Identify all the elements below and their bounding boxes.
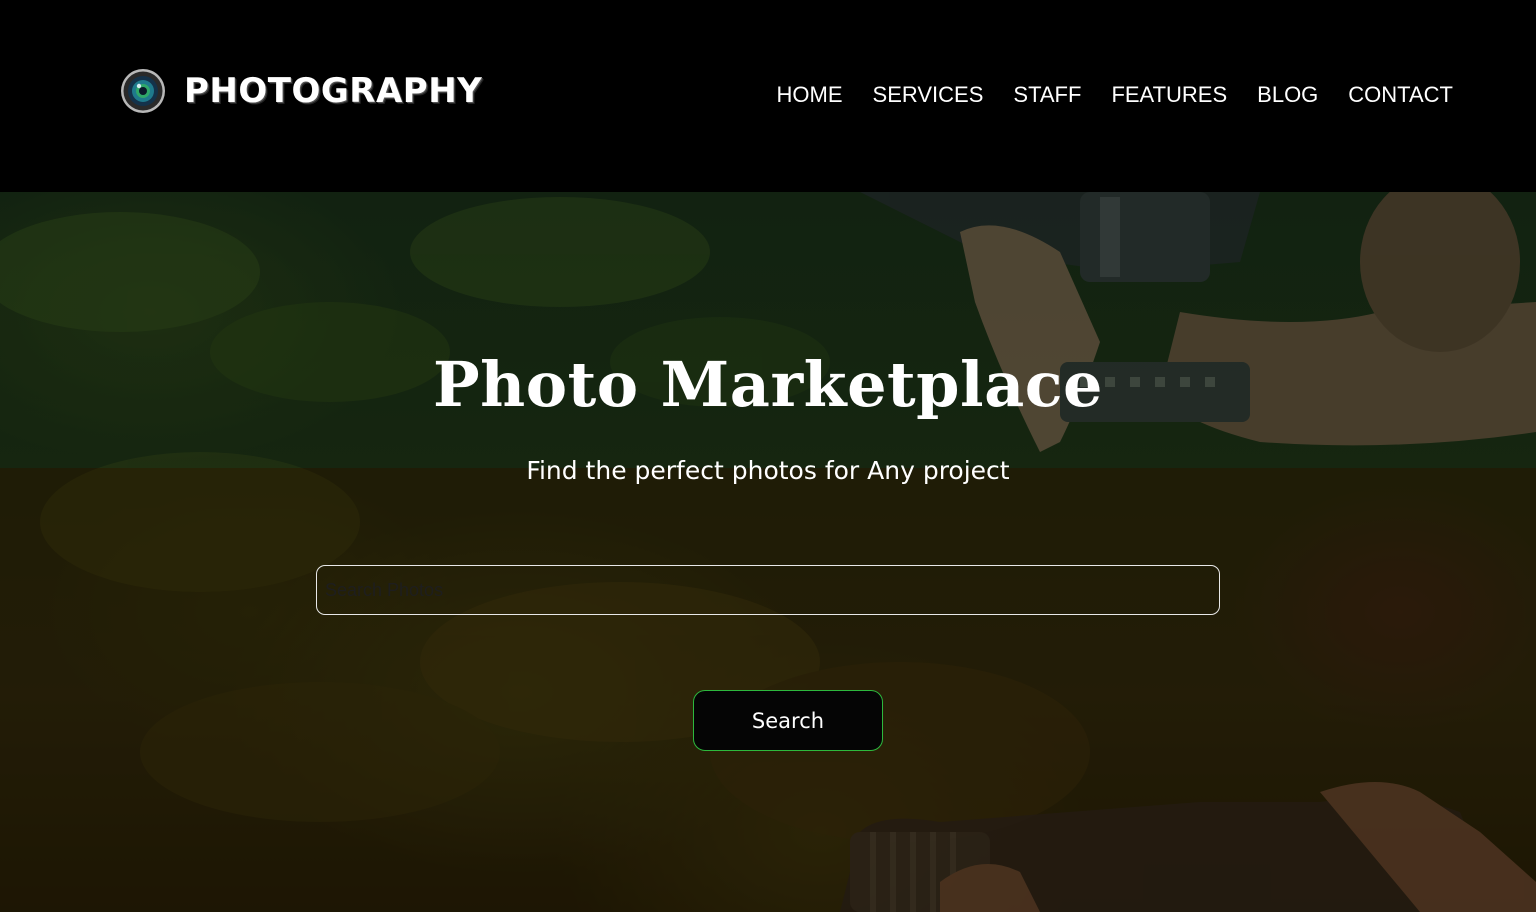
nav-contact[interactable]: CONTACT [1348, 82, 1453, 108]
nav-home[interactable]: HOME [777, 82, 843, 108]
nav-blog[interactable]: BLOG [1257, 82, 1318, 108]
search-input[interactable] [316, 565, 1220, 615]
nav-features[interactable]: FEATURES [1111, 82, 1227, 108]
hero-title: Photo Marketplace [433, 348, 1103, 421]
search-button[interactable]: Search [693, 690, 883, 751]
camera-lens-icon [121, 69, 165, 113]
hero-overlay-top [0, 192, 1536, 468]
brand-name: PHOTOGRAPHY [184, 71, 483, 111]
hero-section: Photo Marketplace Find the perfect photo… [0, 192, 1536, 912]
brand[interactable]: PHOTOGRAPHY [120, 68, 482, 114]
site-header: PHOTOGRAPHY HOME SERVICES STAFF FEATURES… [0, 0, 1536, 192]
nav-services[interactable]: SERVICES [873, 82, 984, 108]
nav-staff[interactable]: STAFF [1013, 82, 1081, 108]
main-nav: HOME SERVICES STAFF FEATURES BLOG CONTAC… [777, 82, 1453, 108]
hero-subtitle: Find the perfect photos for Any project [526, 456, 1010, 485]
